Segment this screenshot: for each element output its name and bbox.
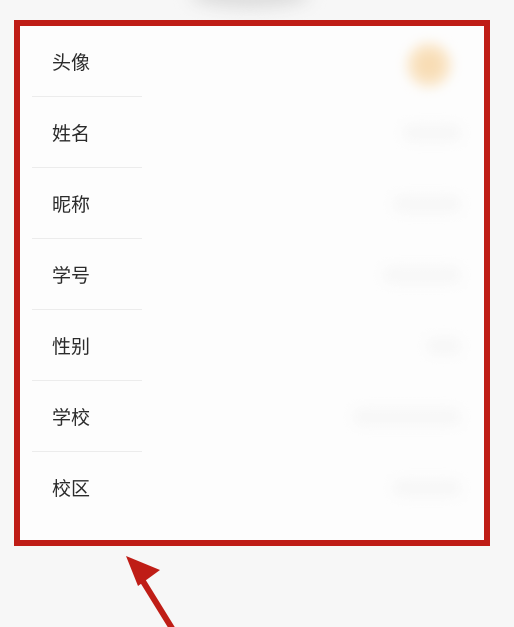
blurred-value <box>426 336 462 355</box>
row-label-school: 学校 <box>52 407 91 429</box>
blurred-value <box>392 194 462 213</box>
highlighted-profile-list: 头像 姓名 昵称 学号 性别 学校 校区 <box>14 20 490 546</box>
row-nickname[interactable]: 昵称 <box>20 168 484 239</box>
row-campus[interactable]: 校区 <box>20 452 484 523</box>
row-gender[interactable]: 性别 <box>20 310 484 381</box>
avatar[interactable] <box>404 40 454 90</box>
arrow-up-left-icon <box>126 556 175 627</box>
row-label-avatar: 头像 <box>52 52 91 74</box>
row-label-student-id: 学号 <box>52 265 91 287</box>
row-label-campus: 校区 <box>52 478 91 500</box>
row-divider <box>32 451 142 452</box>
blurred-header-element <box>190 0 310 8</box>
row-student-id[interactable]: 学号 <box>20 239 484 310</box>
blurred-value <box>352 407 462 426</box>
row-label-gender: 性别 <box>52 336 91 358</box>
row-divider <box>32 309 142 310</box>
row-divider <box>32 238 142 239</box>
row-divider <box>32 167 142 168</box>
row-divider <box>32 380 142 381</box>
row-name[interactable]: 姓名 <box>20 97 484 168</box>
profile-settings-screen: 头像 姓名 昵称 学号 性别 学校 校区 <box>0 0 514 627</box>
row-label-name: 姓名 <box>52 123 91 145</box>
blurred-value <box>402 123 462 142</box>
blurred-value <box>392 478 462 497</box>
row-divider <box>32 96 142 97</box>
row-school[interactable]: 学校 <box>20 381 484 452</box>
row-avatar[interactable]: 头像 <box>20 26 484 97</box>
blurred-value <box>382 265 462 284</box>
row-label-nickname: 昵称 <box>52 194 91 216</box>
